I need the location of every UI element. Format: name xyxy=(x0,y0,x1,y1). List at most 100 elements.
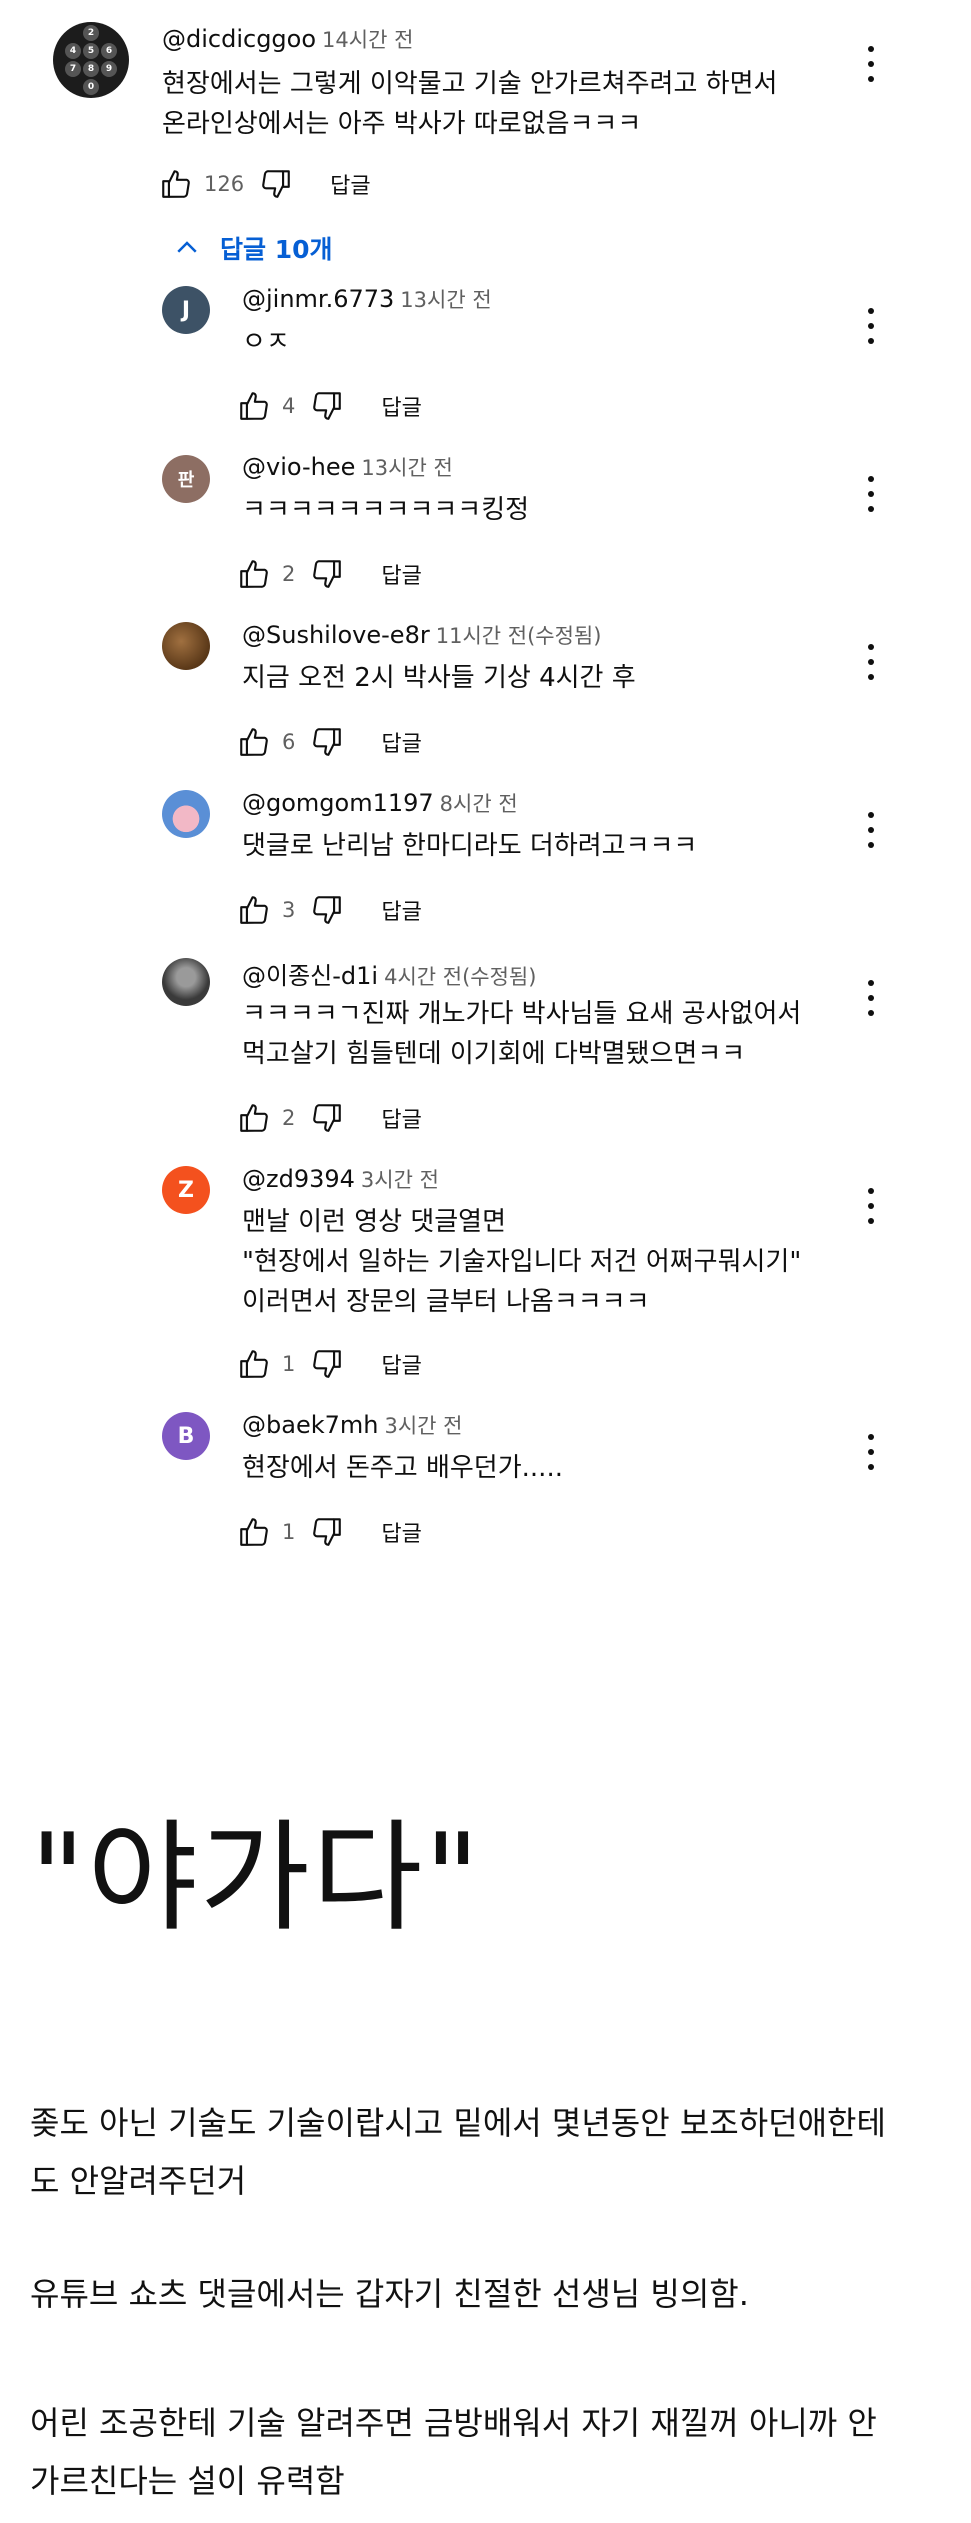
more-vert-icon[interactable] xyxy=(866,980,876,1016)
more-vert-icon[interactable] xyxy=(866,812,876,848)
reply-button[interactable]: 답글 xyxy=(381,726,421,758)
reply-button[interactable]: 답글 xyxy=(381,1102,421,1134)
reply-button[interactable]: 답글 xyxy=(330,168,370,200)
comment-actions: 4 답글 xyxy=(236,386,422,426)
comment-time[interactable]: 8시간 전 xyxy=(440,792,518,816)
comment-author[interactable]: @jinmr.6773 xyxy=(242,285,394,313)
reply-button[interactable]: 답글 xyxy=(381,1348,421,1380)
avatar[interactable] xyxy=(162,790,210,838)
comment-actions: 2 답글 xyxy=(236,554,422,594)
comment-author-line: @baek7mh 3시간 전 xyxy=(242,1410,462,1440)
comment-text: ㅋㅋㅋㅋㅋㅋㅋㅋㅋㅋ킹정 xyxy=(242,490,529,530)
more-vert-icon[interactable] xyxy=(866,644,876,680)
comment-actions: 2 답글 xyxy=(236,1098,422,1138)
comment-author[interactable]: @gomgom1197 xyxy=(242,789,434,817)
keypad-key: 5 xyxy=(83,43,99,59)
comment-text: 지금 오전 2시 박사들 기상 4시간 후 xyxy=(242,658,636,698)
thumb-up-icon[interactable] xyxy=(236,1100,272,1136)
article-paragraph: 어린 조공한테 기술 알려주면 금방배워서 자기 재낄꺼 아니까 안 가르친다는… xyxy=(30,2394,960,2510)
keypad-key: 8 xyxy=(83,61,99,77)
thumb-up-icon[interactable] xyxy=(236,892,272,928)
thumb-down-icon[interactable] xyxy=(309,1346,345,1382)
comment-text-line: ㅋㅋㅋㅋㄱ진짜 개노가다 박사님들 요새 공사없어서 xyxy=(242,999,802,1029)
thumb-down-icon[interactable] xyxy=(309,556,345,592)
comment-text-line: 현장에서 돈주고 배우던가..... xyxy=(242,1453,563,1483)
avatar[interactable]: B xyxy=(162,1412,210,1460)
more-vert-icon[interactable] xyxy=(866,476,876,512)
comment-time[interactable]: 3시간 전 xyxy=(384,1414,462,1438)
comment-actions: 1 답글 xyxy=(236,1344,422,1384)
comment-time[interactable]: 14시간 전 xyxy=(322,28,413,52)
keypad-avatar-image: 2 4 5 6 7 8 9 0 xyxy=(65,25,117,95)
comment-author[interactable]: @vio-hee xyxy=(242,453,355,481)
thumb-down-icon[interactable] xyxy=(309,388,345,424)
more-vert-icon[interactable] xyxy=(866,1434,876,1470)
comment-author[interactable]: @baek7mh xyxy=(242,1411,378,1439)
keypad-key: 6 xyxy=(101,43,117,59)
more-vert-icon[interactable] xyxy=(866,46,876,82)
comment-text-line: 이러면서 장문의 글부터 나옴ㅋㅋㅋㅋ xyxy=(242,1287,650,1317)
thumb-up-icon[interactable] xyxy=(158,166,194,202)
comment-time[interactable]: 3시간 전 xyxy=(361,1168,439,1192)
comment-time[interactable]: 13시간 전 xyxy=(400,288,491,312)
comment-author-line: @이종신-d1i 4시간 전(수정됨) xyxy=(242,956,536,991)
comment-author-line: @Sushilove-e8r 11시간 전(수정됨) xyxy=(242,620,601,650)
comment-text: ㅋㅋㅋㅋㄱ진짜 개노가다 박사님들 요새 공사없어서 먹고살기 힘들텐데 이기회… xyxy=(242,994,801,1074)
thumb-up-icon[interactable] xyxy=(236,1346,272,1382)
thumb-down-icon[interactable] xyxy=(309,1514,345,1550)
more-vert-icon[interactable] xyxy=(866,1188,876,1224)
thumb-down-icon[interactable] xyxy=(309,892,345,928)
like-count: 1 xyxy=(282,1352,296,1376)
comment-actions: 6 답글 xyxy=(236,722,422,762)
keypad-key xyxy=(101,79,117,95)
comment-time[interactable]: 4시간 전(수정됨) xyxy=(384,965,536,989)
comment-time[interactable]: 13시간 전 xyxy=(361,456,452,480)
reply-button[interactable]: 답글 xyxy=(381,894,421,926)
thumb-up-icon[interactable] xyxy=(236,1514,272,1550)
keypad-key xyxy=(101,25,117,41)
comment-author[interactable]: @dicdicggoo xyxy=(162,25,316,53)
avatar[interactable]: 2 4 5 6 7 8 9 0 xyxy=(53,22,129,98)
reply-button[interactable]: 답글 xyxy=(381,390,421,422)
avatar[interactable]: J xyxy=(162,286,210,334)
replies-toggle-label: 답글 10개 xyxy=(220,235,333,264)
comment-text: ㅇㅈ xyxy=(242,322,290,362)
thumb-up-icon[interactable] xyxy=(236,724,272,760)
keypad-key xyxy=(65,25,81,41)
like-count: 2 xyxy=(282,562,296,586)
comment-actions: 126 답글 xyxy=(158,164,371,204)
comment-author-line: @dicdicggoo 14시간 전 xyxy=(162,24,413,54)
avatar-letter: 판 xyxy=(177,470,195,491)
avatar-letter: J xyxy=(181,297,191,323)
thumb-up-icon[interactable] xyxy=(236,388,272,424)
comment-author-line: @vio-hee 13시간 전 xyxy=(242,452,453,482)
comment-text-line: 현장에서는 그렇게 이악물고 기술 안가르쳐주려고 하면서 xyxy=(162,69,778,99)
avatar[interactable]: Z xyxy=(162,1166,210,1214)
reply-button[interactable]: 답글 xyxy=(381,558,421,590)
article-title: "야가다" xyxy=(30,1809,482,1948)
reply-button[interactable]: 답글 xyxy=(381,1516,421,1548)
comment-actions: 3 답글 xyxy=(236,890,422,930)
comment-text-line: 댓글로 난리남 한마디라도 더하려고ㅋㅋㅋ xyxy=(242,831,698,861)
replies-toggle-button[interactable]: 답글 10개 xyxy=(172,230,333,266)
comment-text-line: 먹고살기 힘들텐데 이기회에 다박멸됐으면ㅋㅋ xyxy=(242,1039,746,1069)
comment-author[interactable]: @이종신-d1i xyxy=(242,962,378,990)
comment-text: 현장에서 돈주고 배우던가..... xyxy=(242,1448,563,1488)
thumb-down-icon[interactable] xyxy=(258,166,294,202)
thumb-down-icon[interactable] xyxy=(309,724,345,760)
avatar[interactable] xyxy=(162,958,210,1006)
comment-author[interactable]: @zd9394 xyxy=(242,1165,355,1193)
comment-author-line: @gomgom1197 8시간 전 xyxy=(242,788,518,818)
keypad-key: 2 xyxy=(83,25,99,41)
comment-author[interactable]: @Sushilove-e8r xyxy=(242,621,430,649)
comment-time[interactable]: 11시간 전(수정됨) xyxy=(436,624,602,648)
avatar[interactable]: 판 xyxy=(162,455,210,503)
avatar[interactable] xyxy=(162,622,210,670)
more-vert-icon[interactable] xyxy=(866,308,876,344)
comment-text: 현장에서는 그렇게 이악물고 기술 안가르쳐주려고 하면서 온라인상에서는 아주… xyxy=(162,64,777,144)
comment-text-line: ㅋㅋㅋㅋㅋㅋㅋㅋㅋㅋ킹정 xyxy=(242,495,530,525)
thumb-down-icon[interactable] xyxy=(309,1100,345,1136)
comment-text: 댓글로 난리남 한마디라도 더하려고ㅋㅋㅋ xyxy=(242,826,697,866)
article-paragraph: 좆도 아닌 기술도 기술이랍시고 밑에서 몇년동안 보조하던애한테 도 안알려주… xyxy=(30,2094,960,2210)
thumb-up-icon[interactable] xyxy=(236,556,272,592)
